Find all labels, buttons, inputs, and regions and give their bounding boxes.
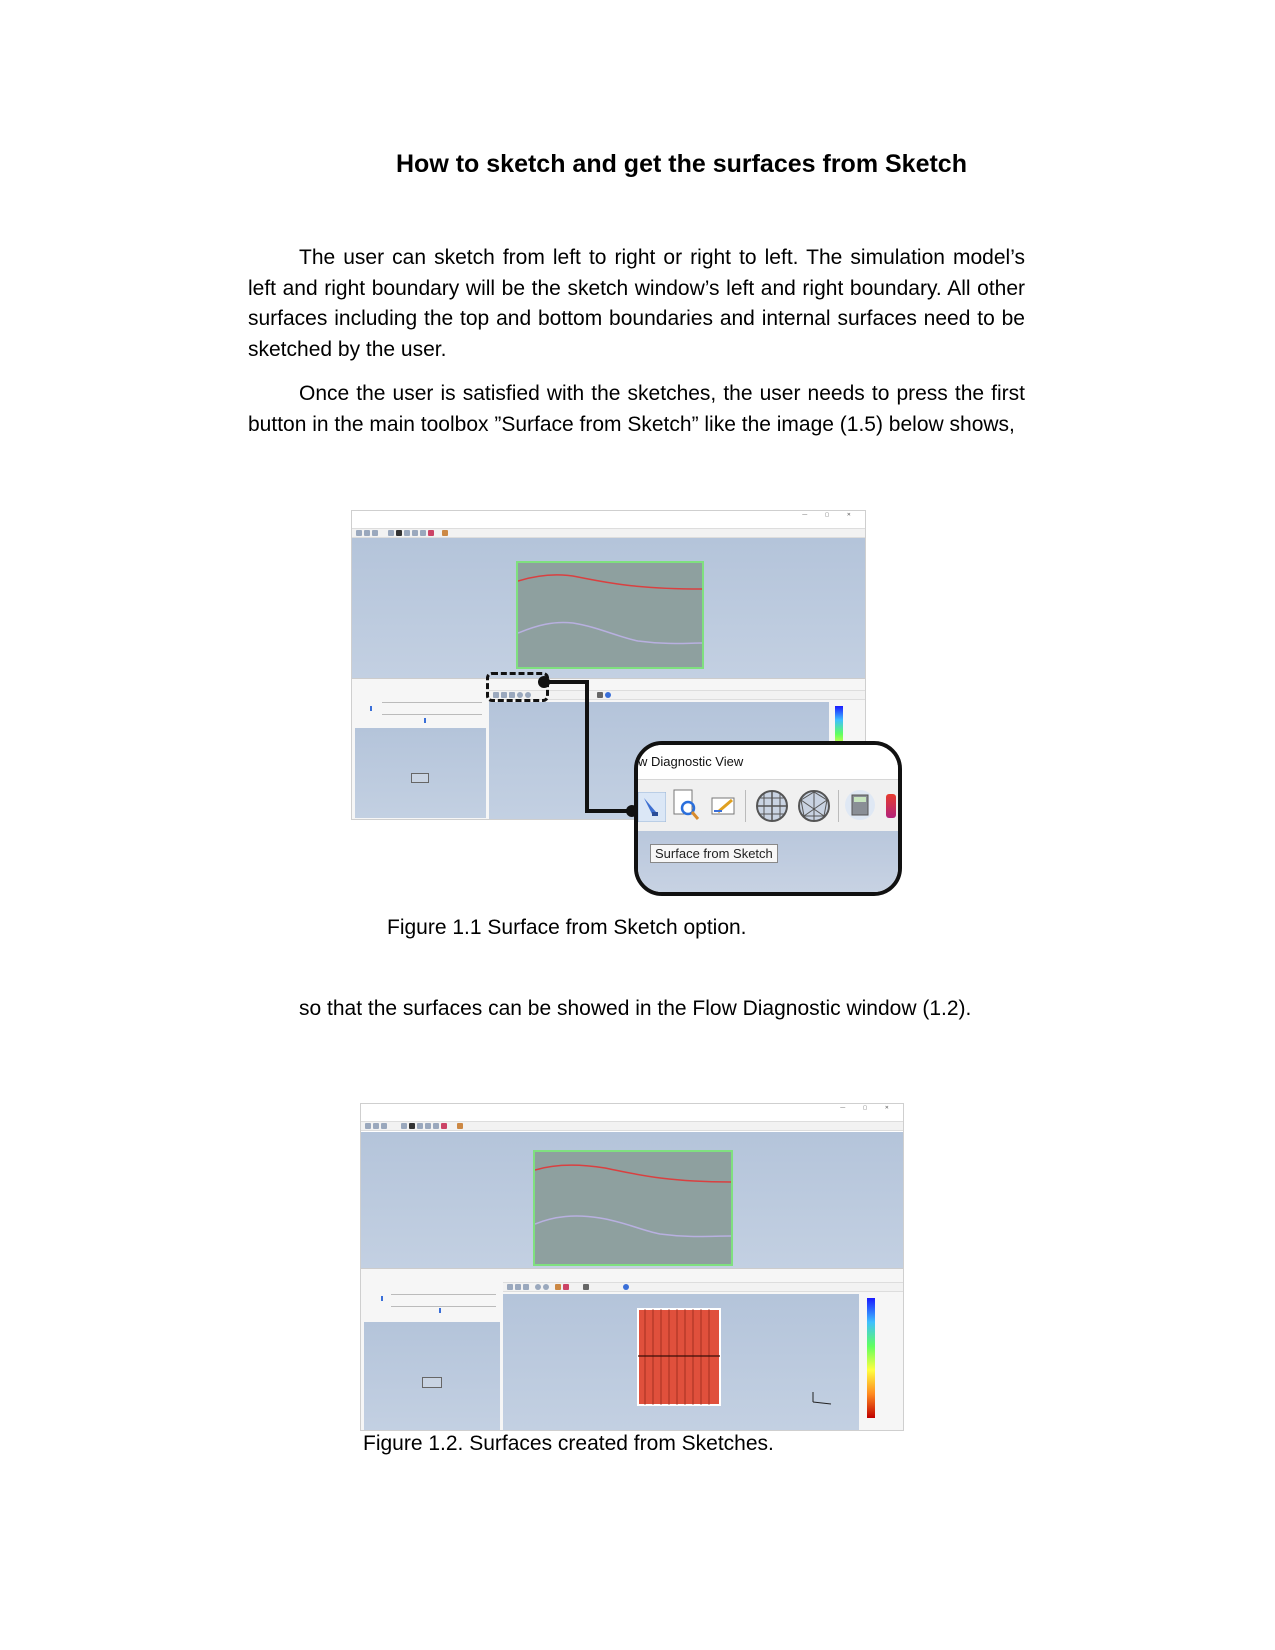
toolbar-separator [745, 790, 746, 822]
callout-window-title: w Diagnostic View [638, 745, 898, 779]
flow-diagnostic-viewport[interactable] [503, 1294, 859, 1430]
mini-viewport[interactable] [364, 1322, 500, 1430]
paragraph-1: The user can sketch from left to right o… [248, 246, 1025, 361]
sketch-curves [535, 1164, 731, 1238]
grid-sphere-icon[interactable] [754, 788, 790, 824]
main-toolbar [352, 528, 865, 538]
page-title: How to sketch and get the surfaces from … [396, 150, 967, 178]
figure-2-caption: Figure 1.2. Surfaces created from Sketch… [363, 1432, 774, 1455]
figure-2-screenshot: — ▢ ✕ [360, 1103, 904, 1431]
surface-from-sketch-tooltip: Surface from Sketch [650, 844, 778, 863]
mini-viewport[interactable] [355, 728, 486, 818]
sketch-viewport[interactable] [361, 1132, 903, 1268]
toolbar-separator [838, 790, 839, 822]
figure-1-caption: Figure 1.1 Surface from Sketch option. [387, 916, 747, 939]
sketch-viewport[interactable] [352, 538, 865, 678]
window-controls: — ▢ ✕ [840, 1105, 897, 1111]
color-legend-bar [867, 1298, 875, 1418]
axis-triad-icon [812, 1392, 832, 1405]
edit-icon[interactable] [710, 792, 738, 820]
app-titlebar [352, 511, 865, 520]
callout-toolbar [638, 779, 898, 833]
mesh-sphere-icon[interactable] [796, 788, 832, 824]
window-controls: — ▢ ✕ [802, 512, 859, 518]
callout-connector [538, 676, 638, 817]
calculator-icon[interactable] [844, 788, 876, 822]
left-options-panel [361, 1280, 503, 1430]
main-toolbar [361, 1121, 903, 1131]
zoom-callout: w Diagnostic View Surface from Sketch [634, 741, 902, 896]
zoom-document-icon[interactable] [670, 788, 700, 822]
left-options-panel [352, 688, 489, 819]
flow-diagnostic-panel [503, 1280, 903, 1430]
app-menubar [352, 520, 865, 528]
generated-surfaces-model [637, 1308, 721, 1406]
flow-diagnostic-toolbar [503, 1282, 903, 1292]
sketch-curves [518, 574, 702, 645]
app-menubar [361, 1113, 903, 1121]
app-titlebar [361, 1104, 903, 1113]
paragraph-3: so that the surfaces can be showed in th… [299, 997, 972, 1020]
sketch-window[interactable] [516, 561, 704, 669]
surface-from-sketch-icon[interactable] [638, 792, 666, 822]
sketch-window[interactable] [533, 1150, 733, 1266]
paragraph-2: Once the user is satisfied with the sket… [248, 382, 1025, 436]
color-icon[interactable] [886, 794, 896, 818]
